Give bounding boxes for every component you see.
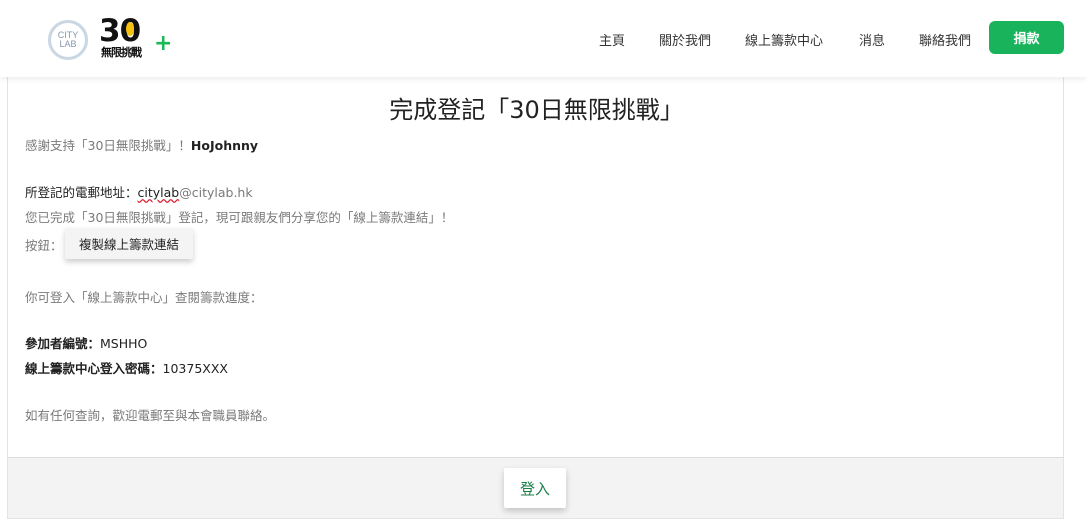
- password-label: 線上籌款中心登入密碼：: [25, 361, 163, 376]
- share-text: 您已完成「30日無限挑戰」登記，現可跟親友們分享您的「線上籌款連結」！: [25, 210, 454, 225]
- copy-fundraising-link-button[interactable]: 複製線上籌款連結: [65, 228, 193, 259]
- site-header: CITY LAB 30 + 無限挑戰 主頁 關於我們 線上籌款中心 消息 聯絡我…: [0, 0, 1087, 77]
- nav-fundraising-centre[interactable]: 線上籌款中心: [745, 30, 823, 49]
- thanks-line: 感謝支持「30日無限挑戰」！HoJohnny: [25, 135, 258, 154]
- password-value: 10375XXX: [162, 361, 228, 376]
- thanks-text: 感謝支持「30日無限挑戰」！: [25, 138, 191, 153]
- contact-text: 如有任何查詢，歡迎電郵至與本會職員聯絡。: [25, 408, 276, 423]
- participant-line: 參加者編號：MSHHO: [25, 333, 147, 352]
- nav-news[interactable]: 消息: [859, 30, 885, 49]
- email-line: 所登記的電郵地址：citylab@citylab.hk: [25, 182, 253, 201]
- citylab-logo[interactable]: CITY LAB: [48, 20, 88, 60]
- email-user: citylab: [137, 185, 180, 200]
- button-prefix: 按鈕：: [25, 238, 63, 253]
- password-line: 線上籌款中心登入密碼：10375XXX: [25, 358, 228, 377]
- registration-card: 完成登記「30日無限挑戰」 感謝支持「30日無限挑戰」！HoJohnny 所登記…: [7, 77, 1064, 519]
- nav-contact[interactable]: 聯絡我們: [919, 30, 971, 49]
- login-hint: 你可登入「線上籌款中心」查閱籌款進度：: [25, 290, 263, 305]
- donate-button[interactable]: 捐款: [989, 21, 1064, 54]
- participant-id: MSHHO: [100, 336, 148, 351]
- citylab-logo-text: CITY LAB: [57, 30, 79, 49]
- nav-about[interactable]: 關於我們: [659, 30, 711, 49]
- page-title: 完成登記「30日無限挑戰」: [389, 96, 684, 124]
- email-domain: @citylab.hk: [179, 185, 253, 200]
- logo-subtitle: 無限挑戰: [101, 46, 142, 59]
- login-button[interactable]: 登入: [504, 468, 566, 508]
- plus-icon: +: [154, 31, 173, 56]
- participant-name: HoJohnny: [190, 138, 259, 153]
- nav-home[interactable]: 主頁: [599, 30, 625, 49]
- participant-label: 參加者編號：: [25, 336, 101, 351]
- email-label: 所登記的電郵地址：: [25, 185, 138, 200]
- card-footer: 登入: [8, 457, 1063, 518]
- 30-day-challenge-logo[interactable]: 30 + 無限挑戰: [99, 13, 173, 61]
